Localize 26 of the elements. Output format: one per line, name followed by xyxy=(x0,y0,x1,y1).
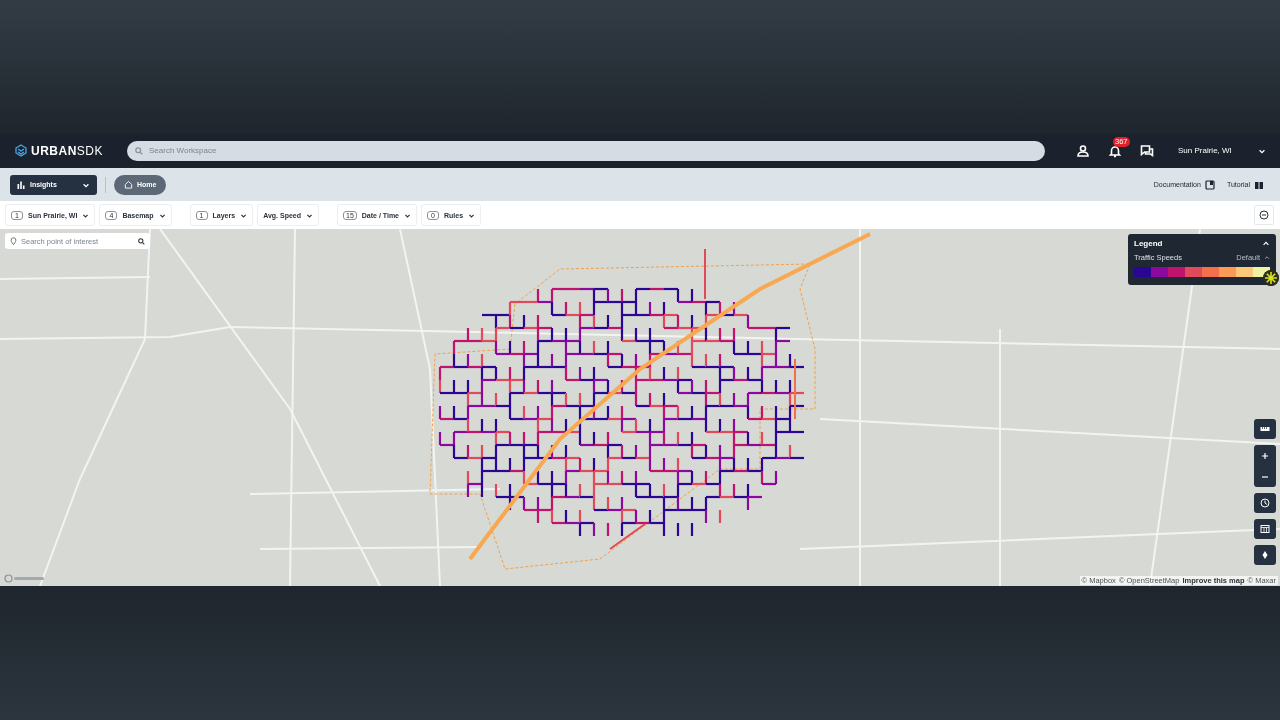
diamond-icon xyxy=(1260,550,1270,560)
bell-icon[interactable] xyxy=(1108,143,1122,158)
bar-chart-icon xyxy=(17,180,25,189)
location-selector[interactable]: Sun Prairie, WI xyxy=(1178,146,1232,155)
document-icon xyxy=(1204,179,1215,190)
search-icon[interactable] xyxy=(138,237,145,245)
map-drawing[interactable] xyxy=(0,229,1280,586)
plus-icon xyxy=(1260,450,1270,461)
chat-icon[interactable] xyxy=(1140,143,1154,158)
location-pin-icon xyxy=(10,237,17,245)
collapse-button[interactable] xyxy=(1254,205,1274,225)
minus-circle-icon xyxy=(1259,210,1269,220)
mapbox-logo xyxy=(4,574,46,583)
urbansdk-logo[interactable]: URBANSDK xyxy=(15,143,127,158)
search-icon xyxy=(135,146,143,155)
compass-button[interactable] xyxy=(1254,545,1276,565)
clock-icon xyxy=(1260,498,1270,508)
book-icon xyxy=(1254,179,1264,190)
legend-title: Legend xyxy=(1134,239,1163,248)
ruler-icon xyxy=(1260,424,1270,434)
home-icon xyxy=(124,180,133,189)
table-icon xyxy=(1260,524,1270,534)
user-icon[interactable] xyxy=(1076,143,1090,158)
table-button[interactable] xyxy=(1254,519,1276,539)
ruler-button[interactable] xyxy=(1254,419,1276,439)
clock-button[interactable] xyxy=(1254,493,1276,513)
